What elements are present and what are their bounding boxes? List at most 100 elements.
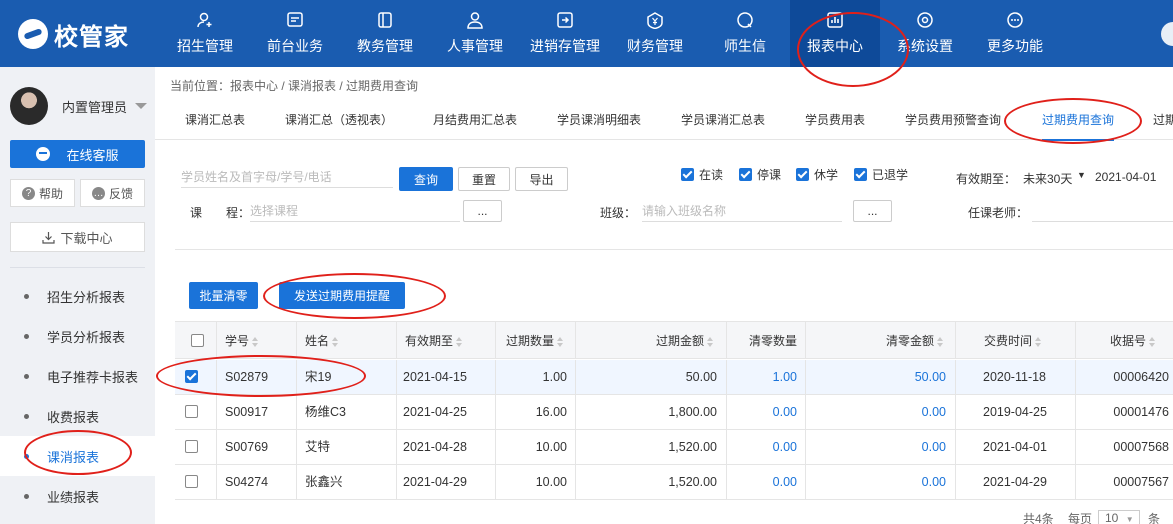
column-divider <box>296 465 297 499</box>
th-label: 过期数量 <box>506 334 555 348</box>
course-select[interactable] <box>250 200 460 222</box>
send-expiry-reminder-button[interactable]: 发送过期费用提醒 <box>279 282 405 309</box>
app-logo[interactable]: 校管家 <box>18 18 129 51</box>
report-tab[interactable]: 课消汇总（透视表） <box>285 100 393 140</box>
user-profile[interactable]: 内置管理员 <box>10 87 148 125</box>
settings-icon <box>915 11 935 29</box>
expire-date-input[interactable]: 2021-04-01 <box>1095 170 1156 184</box>
nav-item-label: 财务管理 <box>627 38 683 54</box>
help-button[interactable]: ? 帮助 <box>10 179 75 207</box>
row-checkbox[interactable] <box>185 475 198 488</box>
class-name-input[interactable] <box>642 200 842 222</box>
row-checkbox[interactable] <box>185 440 198 453</box>
th-paid-time[interactable]: 交费时间 <box>984 322 1042 360</box>
expire-range-select[interactable]: 未来30天 <box>1023 170 1085 187</box>
nav-item[interactable]: 师生信 <box>700 0 790 67</box>
top-nav-bar: 校管家 招生管理 前台业务 教务管理 人事管理 进销存管理 财务管理 师生信 报表中心 系统设置… <box>0 0 1173 67</box>
chat-icon <box>735 11 755 29</box>
th-student-no[interactable]: 学号 <box>225 322 259 360</box>
th-expired-amount[interactable]: 过期金额 <box>656 322 714 360</box>
th-label: 有效期至 <box>405 334 454 348</box>
column-divider <box>216 430 217 464</box>
nav-item[interactable]: 招生管理 <box>160 0 250 67</box>
table-row[interactable]: S00769 艾特 2021-04-28 10.00 1,520.00 0.00 0.00 2… <box>175 430 1173 465</box>
sidebar-menu-label: 招生分析报表 <box>47 289 126 305</box>
nav-item[interactable]: 财务管理 <box>610 0 700 67</box>
th-receipt-no[interactable]: 收据号 <box>1110 322 1156 360</box>
per-page-select[interactable]: 10 ▼ <box>1098 510 1140 524</box>
feedback-button[interactable]: … 反馈 <box>80 179 145 207</box>
course-picker-button[interactable]: ... <box>463 200 502 222</box>
nav-item[interactable]: 报表中心 <box>790 0 880 67</box>
th-name[interactable]: 姓名 <box>305 322 339 360</box>
sidebar-menu-item[interactable]: 业绩报表 <box>0 476 155 516</box>
status-check-leave[interactable]: 休学 <box>796 166 838 183</box>
nav-item[interactable]: 更多功能 <box>970 0 1060 67</box>
sidebar-menu-item[interactable]: 招生分析报表 <box>0 276 155 316</box>
cell-cleared-qty: 0.00 <box>772 405 797 419</box>
column-divider <box>495 360 496 394</box>
select-all-checkbox[interactable] <box>191 334 204 347</box>
reset-button[interactable]: 重置 <box>458 167 510 191</box>
teacher-input[interactable] <box>1032 200 1173 222</box>
expire-label: 有效期至： <box>956 172 1017 186</box>
report-tab[interactable]: 月结费用汇总表 <box>433 100 517 140</box>
row-checkbox[interactable] <box>185 370 198 383</box>
column-divider <box>805 322 806 358</box>
cell-expired-qty: 10.00 <box>535 475 567 489</box>
student-search-input[interactable] <box>181 166 393 188</box>
batch-clear-button[interactable]: 批量清零 <box>189 282 258 309</box>
nav-item[interactable]: 系统设置 <box>880 0 970 67</box>
main-nav: 招生管理 前台业务 教务管理 人事管理 进销存管理 财务管理 师生信 报表中心 系统设置 更多功能 <box>160 0 1060 67</box>
column-divider <box>396 395 397 429</box>
status-check-enrolled[interactable]: 在读 <box>681 166 723 183</box>
th-label: 交费时间 <box>984 334 1033 348</box>
nav-item-label: 教务管理 <box>357 38 413 54</box>
report-tab[interactable]: 过期 <box>1153 100 1173 140</box>
sidebar-menu-label: 收费报表 <box>47 409 100 425</box>
sidebar-menu: 招生分析报表学员分析报表 电子推荐卡报表收费报表课消报表 业绩报表 <box>0 276 155 516</box>
download-center-button[interactable]: 下载中心 <box>10 222 145 252</box>
bullet-icon <box>24 453 29 459</box>
sidebar-menu-item[interactable]: 电子推荐卡报表 <box>0 356 155 396</box>
more-icon <box>1005 11 1025 29</box>
status-check-withdrawn[interactable]: 已退学 <box>854 166 908 183</box>
table-row[interactable]: S02879 宋19 2021-04-15 1.00 50.00 1.00 50.00 202… <box>175 360 1173 395</box>
report-tab[interactable]: 学员课消明细表 <box>557 100 641 140</box>
course-label: 课 程： <box>190 206 251 220</box>
online-service-button[interactable]: 在线客服 <box>10 140 145 168</box>
report-tab[interactable]: 过期费用查询 <box>1042 100 1115 141</box>
breadcrumb: 当前位置：报表中心 / 课消报表 / 过期费用查询 <box>170 79 419 93</box>
th-cleared-amount[interactable]: 清零金额 <box>886 322 944 360</box>
class-picker-button[interactable]: ... <box>853 200 892 222</box>
nav-item[interactable]: 前台业务 <box>250 0 340 67</box>
finance-icon <box>645 11 665 29</box>
report-tab[interactable]: 课消汇总表 <box>185 100 245 140</box>
column-divider <box>955 465 956 499</box>
per-page-label: 每页 <box>1068 512 1093 524</box>
column-divider <box>955 322 956 358</box>
cell-student-no: S00769 <box>225 440 269 454</box>
export-button[interactable]: 导出 <box>515 167 568 191</box>
nav-item[interactable]: 教务管理 <box>340 0 430 67</box>
user-menu-icon[interactable] <box>1161 22 1173 46</box>
cell-expired-amount: 50.00 <box>685 370 717 384</box>
report-tab[interactable]: 学员费用表 <box>805 100 865 140</box>
sidebar-menu-item[interactable]: 学员分析报表 <box>0 316 155 356</box>
nav-item[interactable]: 人事管理 <box>430 0 520 67</box>
status-check-suspended[interactable]: 停课 <box>739 166 781 183</box>
sidebar-menu-item[interactable]: 收费报表 <box>0 396 155 436</box>
th-valid-until[interactable]: 有效期至 <box>405 322 463 360</box>
query-button[interactable]: 查询 <box>399 167 453 191</box>
nav-item[interactable]: 进销存管理 <box>520 0 610 67</box>
th-expired-qty[interactable]: 过期数量 <box>506 322 564 360</box>
cell-receipt-no: 00006420 <box>1113 370 1169 384</box>
cell-student-no: S04274 <box>225 475 269 489</box>
table-row[interactable]: S00917 杨维C3 2021-04-25 16.00 1,800.00 0.00 0.0… <box>175 395 1173 430</box>
report-tab[interactable]: 学员课消汇总表 <box>681 100 765 140</box>
report-tab[interactable]: 学员费用预警查询 <box>905 100 1001 140</box>
row-checkbox[interactable] <box>185 405 198 418</box>
sidebar-menu-item[interactable]: 课消报表 <box>0 436 155 476</box>
feedback-label: 反馈 <box>108 186 133 201</box>
table-row[interactable]: S04274 张鑫兴 2021-04-29 10.00 1,520.00 0.00 0.00… <box>175 465 1173 500</box>
